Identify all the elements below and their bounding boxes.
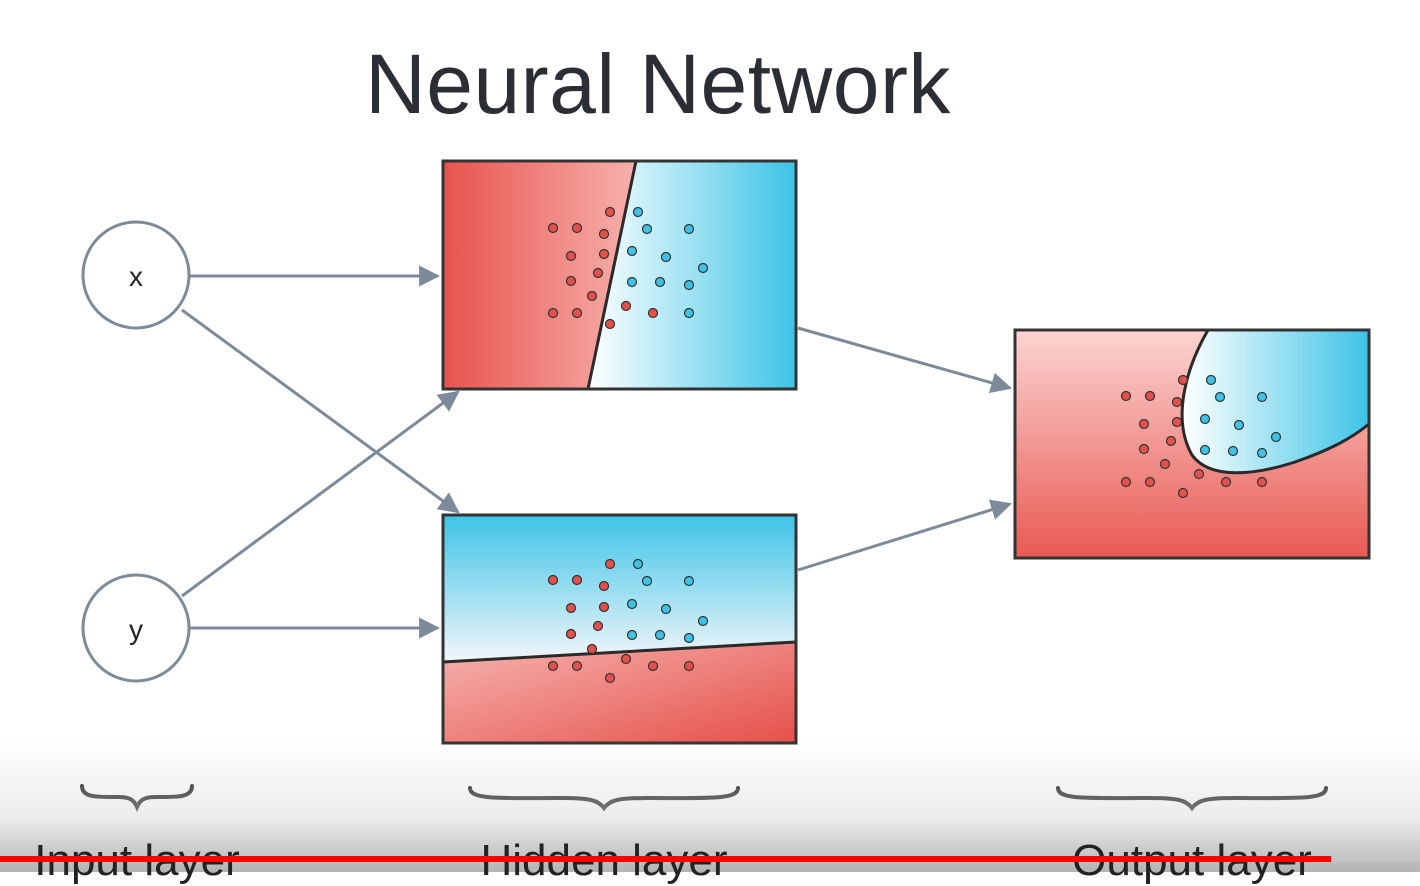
hidden-2-point-red xyxy=(586,643,598,655)
output-point-blue xyxy=(1214,391,1226,403)
hidden-layer-brace xyxy=(468,786,740,812)
hidden-2-point-blue xyxy=(626,598,638,610)
hidden-1-point-red xyxy=(647,307,659,319)
output-point-red xyxy=(1193,468,1205,480)
braces xyxy=(80,784,1328,813)
output-point-blue xyxy=(1199,413,1211,425)
hidden-1-point-red xyxy=(598,228,610,240)
output-point-blue xyxy=(1256,391,1268,403)
output-point-blue xyxy=(1227,445,1239,457)
hidden-1-point-red xyxy=(571,307,583,319)
output-point-red xyxy=(1120,476,1132,488)
neural-network-diagram: x y xyxy=(80,159,1371,813)
output-point-red xyxy=(1165,435,1177,447)
hidden-1-point-red xyxy=(565,275,577,287)
hidden-neuron-2 xyxy=(441,513,798,745)
video-progress-bar[interactable] xyxy=(0,856,1420,862)
hidden-2-point-blue xyxy=(641,575,653,587)
output-point-red xyxy=(1177,374,1189,386)
hidden-2-point-blue xyxy=(697,615,709,627)
hidden-1-point-red xyxy=(571,222,583,234)
output-point-red xyxy=(1138,443,1150,455)
hidden-neuron-1 xyxy=(441,159,798,391)
hidden-2-point-red xyxy=(571,574,583,586)
output-point-red xyxy=(1138,418,1150,430)
hidden-1-point-red xyxy=(604,318,616,330)
output-neuron xyxy=(1013,328,1371,560)
hidden-1-point-red xyxy=(547,307,559,319)
hidden-2-point-red xyxy=(683,660,695,672)
edge-hidden-2-to-output xyxy=(797,499,1013,572)
hidden-2-point-red xyxy=(604,558,616,570)
output-point-red xyxy=(1144,476,1156,488)
output-point-red xyxy=(1220,476,1232,488)
output-point-red xyxy=(1171,396,1183,408)
hidden-1-point-blue xyxy=(697,262,709,274)
hidden-2-point-red xyxy=(604,672,616,684)
output-point-blue xyxy=(1256,447,1268,459)
hidden-1-point-blue xyxy=(683,307,695,319)
video-progress-fill xyxy=(0,856,1331,862)
hidden-2-point-blue xyxy=(632,558,644,570)
hidden-2-point-red xyxy=(565,602,577,614)
hidden-2-blue-region xyxy=(443,515,796,662)
hidden-1-point-red xyxy=(604,206,616,218)
output-point-red xyxy=(1159,458,1171,470)
hidden-1-point-blue xyxy=(641,223,653,235)
hidden-2-point-red xyxy=(598,580,610,592)
slide: Neural Network x y Input layer Hidden la… xyxy=(0,0,1420,885)
hidden-2-point-red xyxy=(592,620,604,632)
edge-x-to-hidden-2 xyxy=(181,308,460,514)
output-point-red xyxy=(1171,416,1183,428)
hidden-1-point-blue xyxy=(626,245,638,257)
hidden-2-point-blue xyxy=(660,603,672,615)
output-point-blue xyxy=(1205,374,1217,386)
hidden-1-point-blue xyxy=(683,279,695,291)
output-point-red xyxy=(1177,487,1189,499)
hidden-2-point-red xyxy=(565,628,577,640)
hidden-2-point-red xyxy=(620,653,632,665)
hidden-2-point-red xyxy=(547,660,559,672)
output-point-red xyxy=(1120,390,1132,402)
hidden-2-point-blue xyxy=(683,632,695,644)
hidden-1-point-red xyxy=(565,250,577,262)
hidden-1-point-red xyxy=(592,267,604,279)
hidden-1-point-red xyxy=(547,222,559,234)
hidden-1-point-red xyxy=(620,300,632,312)
hidden-1-point-red xyxy=(586,290,598,302)
input-node-y-label: y xyxy=(129,614,143,645)
hidden-1-point-blue xyxy=(626,276,638,288)
hidden-2-point-red xyxy=(547,574,559,586)
hidden-1-point-blue xyxy=(654,276,666,288)
hidden-1-point-blue xyxy=(632,206,644,218)
hidden-2-point-blue xyxy=(626,629,638,641)
output-point-blue xyxy=(1270,431,1282,443)
output-point-red xyxy=(1144,390,1156,402)
hidden-2-point-red xyxy=(598,601,610,613)
output-point-blue xyxy=(1233,419,1245,431)
hidden-2-point-red xyxy=(571,660,583,672)
hidden-2-point-blue xyxy=(654,629,666,641)
hidden-2-point-blue xyxy=(683,575,695,587)
input-node-x: x xyxy=(81,220,191,330)
output-layer-brace xyxy=(1056,786,1328,812)
output-point-red xyxy=(1256,476,1268,488)
input-node-y: y xyxy=(81,573,191,683)
input-node-x-label: x xyxy=(129,261,143,292)
hidden-1-point-blue xyxy=(683,223,695,235)
hidden-2-point-red xyxy=(647,660,659,672)
edge-y-to-hidden-1 xyxy=(181,390,460,598)
hidden-1-point-blue xyxy=(660,251,672,263)
edge-hidden-1-to-output xyxy=(797,326,1013,393)
output-point-blue xyxy=(1199,444,1211,456)
input-layer-brace xyxy=(80,784,194,813)
hidden-1-point-red xyxy=(598,248,610,260)
